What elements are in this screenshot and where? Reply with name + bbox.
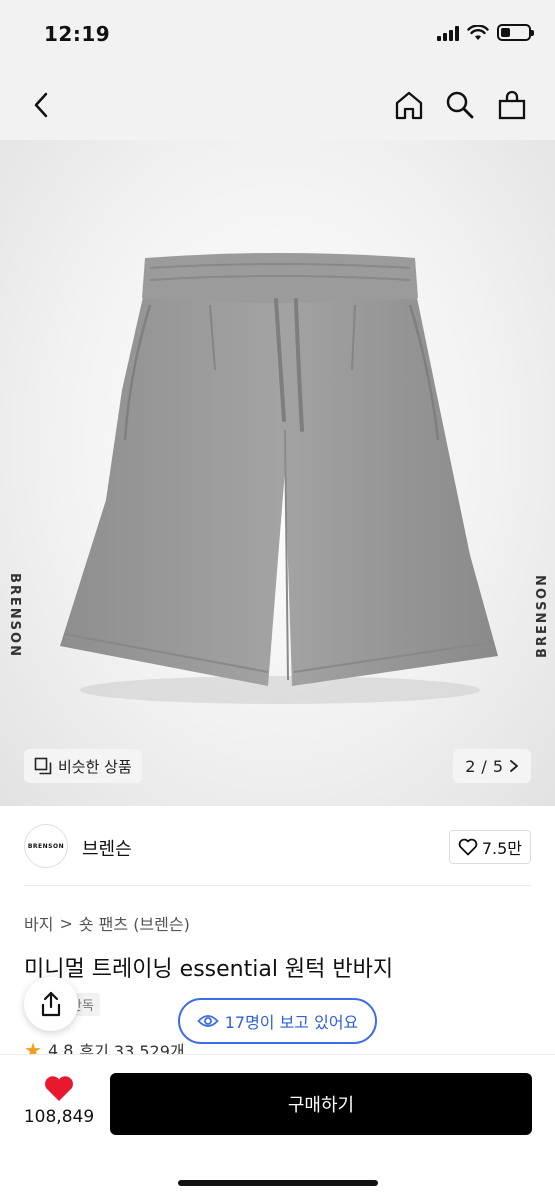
buy-button[interactable]: 구매하기	[110, 1073, 532, 1135]
similar-products-button[interactable]: 비슷한 상품	[24, 749, 142, 783]
share-icon	[41, 991, 61, 1017]
product-image[interactable]: BRENSON BRENSON 비슷한 상품 2 / 5	[0, 140, 555, 806]
breadcrumb: 바지 > 숏 팬츠 (브렌슨)	[24, 911, 190, 935]
status-bar: 12:19	[0, 0, 555, 70]
battery-level	[501, 28, 511, 37]
viewers-badge: 17명이 보고 있어요	[178, 998, 377, 1044]
chevron-left-icon	[34, 92, 48, 118]
shopping-bag-icon	[498, 90, 526, 120]
page-current: 2	[465, 756, 476, 776]
wishlist-count: 108,849	[23, 1107, 95, 1127]
brand-like-button[interactable]: 7.5만	[448, 830, 531, 864]
battery-icon	[497, 24, 534, 41]
breadcrumb-category[interactable]: 바지	[24, 911, 53, 935]
signal-icon	[437, 25, 459, 41]
nav-bar	[0, 70, 555, 140]
home-indicator	[178, 1180, 378, 1186]
brand-name[interactable]: 브렌슨	[82, 835, 132, 861]
eye-icon	[196, 1015, 219, 1027]
product-title: 미니멀 트레이닝 essential 원턱 반바지	[24, 957, 394, 982]
heart-outline-icon	[458, 838, 478, 856]
wifi-icon	[467, 24, 489, 40]
share-button[interactable]	[24, 977, 78, 1031]
cart-button[interactable]	[493, 86, 531, 124]
page-separator: /	[481, 756, 487, 776]
image-page-indicator[interactable]: 2 / 5	[453, 749, 531, 783]
wishlist-button[interactable]: 108,849	[22, 1075, 96, 1127]
breadcrumb-subcategory[interactable]: 숏 팬츠 (브렌슨)	[79, 911, 190, 935]
breadcrumb-separator: >	[59, 913, 73, 933]
home-button[interactable]	[390, 86, 428, 124]
search-button[interactable]	[441, 86, 479, 124]
back-button[interactable]	[22, 86, 60, 124]
brand-row[interactable]: BRENSON 브렌슨 7.5만	[24, 806, 531, 886]
home-icon	[395, 91, 423, 120]
bottom-purchase-bar: 108,849 구매하기	[0, 1054, 555, 1200]
brand-like-count: 7.5만	[481, 839, 522, 858]
similar-products-label: 비슷한 상품	[58, 757, 132, 776]
chevron-right-icon	[510, 760, 518, 772]
copy-icon	[34, 757, 52, 775]
shorts-image	[60, 253, 498, 704]
brand-logo[interactable]: BRENSON	[24, 824, 68, 868]
status-time: 12:19	[44, 22, 111, 46]
search-icon	[446, 91, 474, 119]
page-total: 5	[492, 756, 503, 776]
status-icons	[437, 24, 534, 41]
heart-filled-icon	[45, 1076, 73, 1101]
viewers-text: 17명이 보고 있어요	[224, 1013, 359, 1032]
